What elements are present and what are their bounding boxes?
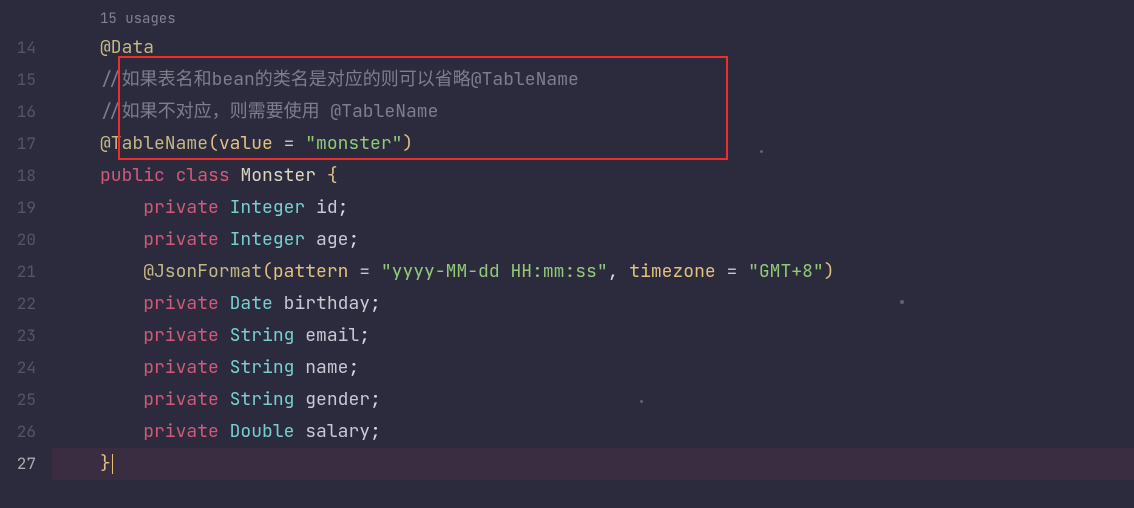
code-line[interactable]: private String name;: [52, 352, 1134, 384]
comment: //如果不对应，则需要使用 @TableName: [100, 100, 438, 123]
field-gender: gender: [305, 388, 370, 411]
code-line-current[interactable]: }: [52, 448, 1134, 480]
code-editor[interactable]: 14 15 16 17 18 19 20 21 22 23 24 25 26 2…: [0, 0, 1134, 508]
line-number: 21: [0, 256, 52, 288]
string-literal: "GMT+8": [748, 260, 824, 283]
code-line[interactable]: private String email;: [52, 320, 1134, 352]
equals: =: [348, 260, 380, 283]
annotation: @TableName: [100, 132, 208, 155]
semicolon: ;: [359, 324, 370, 347]
code-line[interactable]: //如果不对应，则需要使用 @TableName: [52, 96, 1134, 128]
paren-close: ): [402, 132, 413, 155]
field-age: age: [316, 228, 348, 251]
type-string: String: [230, 388, 295, 411]
usages-hint[interactable]: 15 usages: [52, 6, 1134, 32]
code-line[interactable]: private Integer id;: [52, 192, 1134, 224]
paren-close: ): [824, 260, 835, 283]
semicolon: ;: [348, 356, 359, 379]
line-number: 26: [0, 416, 52, 448]
keyword-private: private: [143, 196, 219, 219]
keyword-private: private: [143, 292, 219, 315]
type-integer: Integer: [230, 196, 306, 219]
paren-open: (: [262, 260, 273, 283]
line-number: 24: [0, 352, 52, 384]
type-date: Date: [230, 292, 273, 315]
annotation: @Data: [100, 36, 154, 59]
keyword-private: private: [143, 420, 219, 443]
code-line[interactable]: private Integer age;: [52, 224, 1134, 256]
param-name: value: [219, 132, 273, 155]
field-email: email: [305, 324, 359, 347]
type-integer: Integer: [230, 228, 306, 251]
line-number: 25: [0, 384, 52, 416]
type-string: String: [230, 324, 295, 347]
code-line[interactable]: @Data: [52, 32, 1134, 64]
line-number-current: 27: [0, 448, 52, 480]
code-line[interactable]: public class Monster {: [52, 160, 1134, 192]
semicolon: ;: [370, 388, 381, 411]
line-number: 15: [0, 64, 52, 96]
code-line[interactable]: //如果表名和bean的类名是对应的则可以省略@TableName: [52, 64, 1134, 96]
comment: //如果表名和bean的类名是对应的则可以省略@TableName: [100, 68, 579, 91]
annotation: @JsonFormat: [143, 260, 262, 283]
semicolon: ;: [338, 196, 349, 219]
usages-gutter-spacer: [0, 6, 52, 32]
caret-icon: [112, 454, 113, 474]
field-birthday: birthday: [284, 292, 370, 315]
line-number-gutter: 14 15 16 17 18 19 20 21 22 23 24 25 26 2…: [0, 0, 52, 508]
string-literal: "yyyy-MM-dd HH:mm:ss": [381, 260, 608, 283]
field-salary: salary: [305, 420, 370, 443]
semicolon: ;: [370, 420, 381, 443]
type-string: String: [230, 356, 295, 379]
class-identifier: Monster: [240, 164, 316, 187]
semicolon: ;: [370, 292, 381, 315]
code-line[interactable]: @TableName(value = "monster"): [52, 128, 1134, 160]
field-name: name: [305, 356, 348, 379]
field-id: id: [316, 196, 338, 219]
keyword-private: private: [143, 388, 219, 411]
keyword-class: class: [176, 164, 230, 187]
semicolon: ;: [348, 228, 359, 251]
equals: =: [716, 260, 748, 283]
paren-open: (: [208, 132, 219, 155]
code-area[interactable]: 15 usages @Data //如果表名和bean的类名是对应的则可以省略@…: [52, 0, 1134, 508]
keyword-private: private: [143, 356, 219, 379]
line-number: 22: [0, 288, 52, 320]
string-literal: "monster": [305, 132, 402, 155]
keyword-private: private: [143, 228, 219, 251]
code-line[interactable]: private Double salary;: [52, 416, 1134, 448]
code-line[interactable]: private Date birthday;: [52, 288, 1134, 320]
param-pattern: pattern: [273, 260, 349, 283]
brace-close: }: [100, 452, 111, 475]
line-number: 18: [0, 160, 52, 192]
brace-open: {: [327, 164, 338, 187]
line-number: 17: [0, 128, 52, 160]
param-timezone: timezone: [629, 260, 715, 283]
line-number: 23: [0, 320, 52, 352]
code-line[interactable]: @JsonFormat(pattern = "yyyy-MM-dd HH:mm:…: [52, 256, 1134, 288]
equals: =: [273, 132, 305, 155]
keyword-private: private: [143, 324, 219, 347]
code-line[interactable]: private String gender;: [52, 384, 1134, 416]
line-number: 16: [0, 96, 52, 128]
line-number: 19: [0, 192, 52, 224]
line-number: 20: [0, 224, 52, 256]
keyword-public: public: [100, 164, 165, 187]
type-double: Double: [230, 420, 295, 443]
comma: ,: [608, 260, 630, 283]
line-number: 14: [0, 32, 52, 64]
